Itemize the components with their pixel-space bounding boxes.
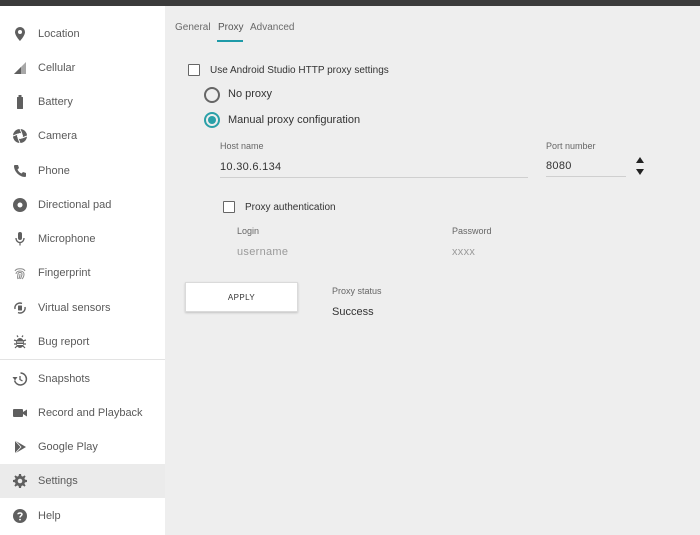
sidebar-item-label: Google Play: [38, 441, 98, 453]
sidebar-item-directional-pad[interactable]: Directional pad: [0, 188, 165, 222]
phone-icon: [12, 163, 28, 179]
fingerprint-icon: [12, 265, 28, 281]
sidebar-item-help[interactable]: Help: [0, 499, 165, 533]
sidebar-item-battery[interactable]: Battery: [0, 85, 165, 119]
password-label: Password: [452, 226, 492, 236]
proxy-auth-checkbox[interactable]: [223, 201, 235, 213]
video-camera-icon: [12, 405, 28, 421]
sidebar-item-label: Location: [38, 28, 80, 40]
sidebar-item-location[interactable]: Location: [0, 17, 165, 51]
port-number-label: Port number: [546, 141, 596, 151]
proxy-auth-label: Proxy authentication: [245, 202, 336, 213]
dpad-icon: [12, 197, 28, 213]
apply-button[interactable]: APPLY: [185, 282, 298, 312]
sidebar-item-record-and-playback[interactable]: Record and Playback: [0, 396, 165, 430]
settings-panel: General Proxy Advanced Use Android Studi…: [165, 6, 700, 535]
tab-advanced[interactable]: Advanced: [250, 22, 294, 33]
sidebar: Location Cellular Battery Camera Phone D…: [0, 6, 165, 535]
stepper-arrows-icon: [636, 157, 644, 175]
sidebar-item-google-play[interactable]: Google Play: [0, 430, 165, 464]
active-tab-indicator: [217, 40, 243, 42]
sidebar-item-settings[interactable]: Settings: [0, 464, 165, 498]
sidebar-item-microphone[interactable]: Microphone: [0, 222, 165, 256]
sidebar-item-label: Directional pad: [38, 199, 112, 211]
port-number-field[interactable]: 8080: [546, 156, 626, 177]
no-proxy-label: No proxy: [228, 88, 273, 100]
tab-proxy[interactable]: Proxy: [218, 22, 244, 33]
battery-icon: [12, 94, 28, 110]
rotation-icon: [12, 300, 28, 316]
sidebar-item-cellular[interactable]: Cellular: [0, 51, 165, 85]
sidebar-item-label: Record and Playback: [38, 407, 143, 419]
manual-proxy-radio[interactable]: [204, 112, 220, 128]
sidebar-item-label: Fingerprint: [38, 267, 91, 279]
host-name-label: Host name: [220, 141, 264, 151]
sidebar-item-phone[interactable]: Phone: [0, 154, 165, 188]
help-icon: [12, 508, 28, 524]
use-studio-proxy-label: Use Android Studio HTTP proxy settings: [210, 65, 389, 76]
sidebar-item-bug-report[interactable]: Bug report: [0, 325, 165, 359]
login-label: Login: [237, 226, 260, 236]
proxy-status-label: Proxy status: [332, 286, 382, 296]
bug-icon: [12, 334, 28, 350]
sidebar-item-label: Settings: [38, 475, 78, 487]
sidebar-item-label: Help: [38, 510, 61, 522]
play-icon: [12, 439, 28, 455]
use-studio-proxy-checkbox[interactable]: [188, 64, 200, 76]
sidebar-divider: [0, 359, 165, 360]
sidebar-item-label: Cellular: [38, 62, 76, 74]
camera-icon: [12, 128, 28, 144]
tab-general[interactable]: General: [175, 22, 211, 33]
sidebar-item-label: Snapshots: [38, 373, 90, 385]
location-icon: [12, 26, 28, 42]
microphone-icon: [12, 231, 28, 247]
cellular-icon: [12, 60, 28, 76]
port-number-stepper[interactable]: [635, 155, 645, 177]
sidebar-item-label: Bug report: [38, 336, 90, 348]
login-field[interactable]: username: [237, 242, 417, 262]
sidebar-item-label: Battery: [38, 96, 73, 108]
sidebar-item-label: Phone: [38, 165, 70, 177]
sidebar-item-camera[interactable]: Camera: [0, 119, 165, 153]
no-proxy-radio[interactable]: [204, 87, 220, 103]
manual-proxy-label: Manual proxy configuration: [228, 114, 361, 126]
history-icon: [12, 371, 28, 387]
sidebar-item-label: Camera: [38, 130, 78, 142]
host-name-field[interactable]: 10.30.6.134: [220, 157, 528, 178]
sidebar-item-snapshots[interactable]: Snapshots: [0, 362, 165, 396]
proxy-status-value: Success: [332, 306, 374, 318]
sidebar-item-label: Virtual sensors: [38, 302, 111, 314]
sidebar-item-fingerprint[interactable]: Fingerprint: [0, 256, 165, 290]
password-field[interactable]: xxxx: [452, 242, 602, 262]
sidebar-item-virtual-sensors[interactable]: Virtual sensors: [0, 291, 165, 325]
sidebar-item-label: Microphone: [38, 233, 96, 245]
gear-icon: [12, 473, 28, 489]
